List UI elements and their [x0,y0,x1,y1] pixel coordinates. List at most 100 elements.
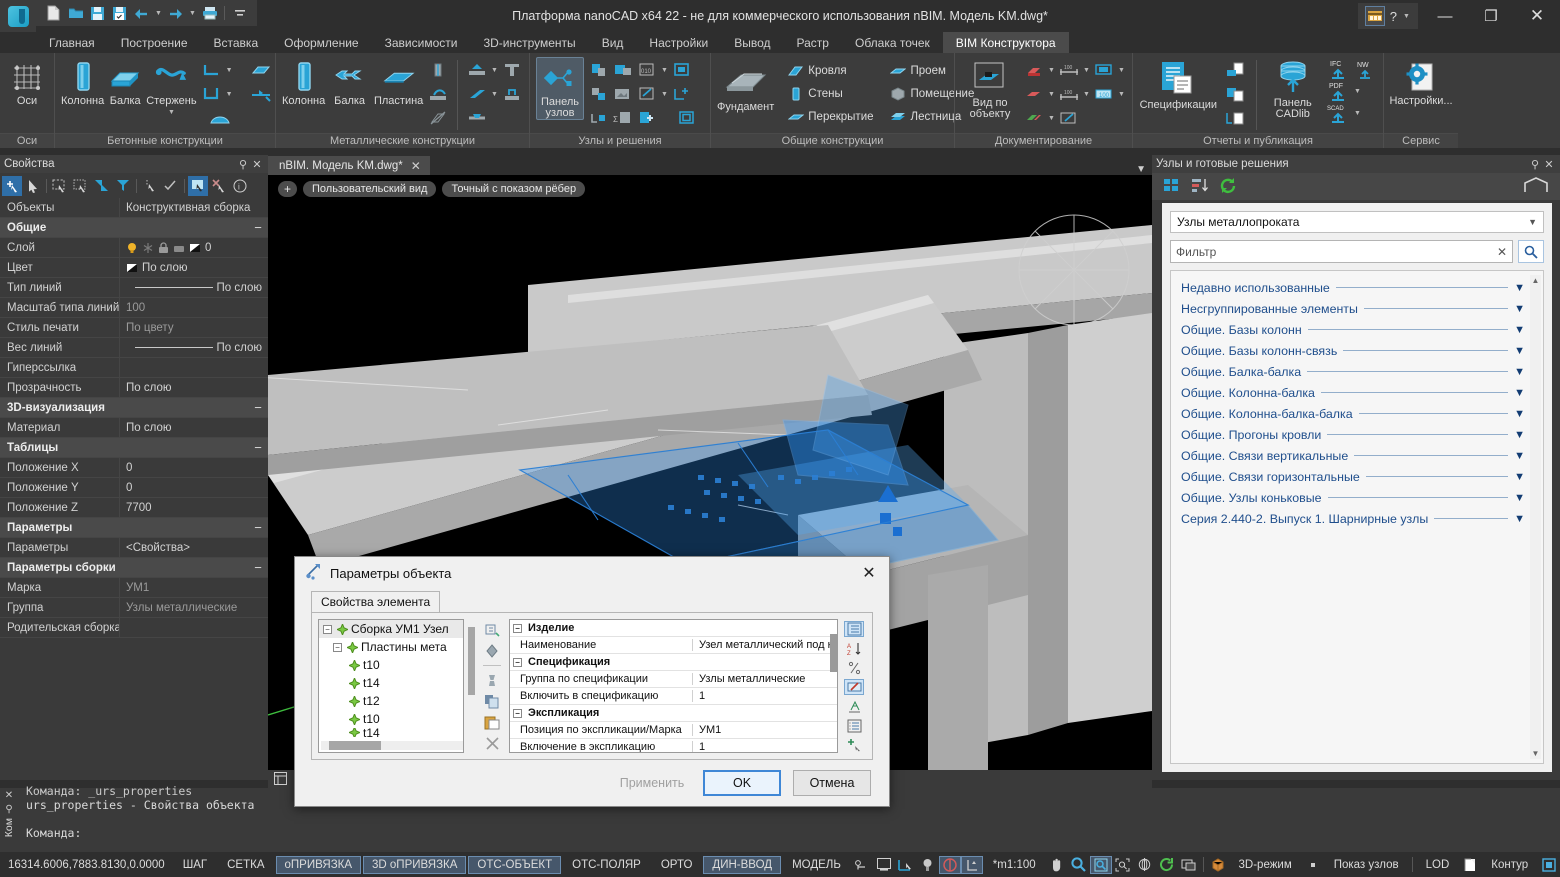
property-category[interactable]: Параметры сборки − [0,558,268,578]
export-list-icon[interactable] [1224,107,1246,129]
viewport-view-name[interactable]: Пользовательский вид [303,181,436,197]
button-steel-plate[interactable]: Пластина [374,57,423,107]
rebar-hook-icon[interactable] [209,107,231,129]
property-row-linetype[interactable]: Тип линий По слою [0,278,268,298]
list-item[interactable]: Серия 2.440-2. Выпуск 1. Шарнирные узлы … [1171,508,1543,529]
button-concrete-column[interactable]: Колонна [61,57,104,107]
extract-icon[interactable] [482,671,503,689]
chevron-down-icon[interactable]: ▼ [167,109,176,116]
pin-icon[interactable]: ⚲ [1528,158,1542,171]
pointer-icon[interactable] [23,176,43,196]
status-node-display[interactable]: Показ узлов [1325,856,1408,874]
command-prompt[interactable]: Команда: [26,826,1560,840]
export-item-icon[interactable] [1224,59,1246,81]
node-copy-icon[interactable] [588,59,610,81]
minimize-button[interactable]: — [1422,0,1468,32]
viewport-visual-style[interactable]: Точный с показом рёбер [442,181,585,197]
chevron-down-icon[interactable]: ▼ [1528,217,1537,227]
new-file-icon[interactable] [44,4,63,23]
nodes-list-scrollbar[interactable]: ▲ [1530,275,1541,759]
tab-3d-instrumenty[interactable]: 3D-инструменты [470,32,588,53]
tree-node[interactable]: − Пластины мета [319,638,463,656]
node-add-icon[interactable] [636,107,658,129]
save-as-icon[interactable] [110,4,129,23]
apply-button[interactable]: Применить [613,770,691,796]
section-3d-icon[interactable] [1023,107,1045,129]
button-steel-column[interactable]: Колонна [282,57,325,107]
status-3d-mode[interactable]: 3D-режим [1230,856,1301,874]
expr-icon[interactable] [844,660,864,675]
grid-value[interactable]: Узлы металлические [692,673,837,685]
grid-row[interactable]: Включить в спецификацию 1 [510,688,837,705]
grid-value[interactable]: 1 [692,690,837,702]
chevron-down-icon[interactable]: ▼ [490,67,499,74]
collapse-icon[interactable]: − [248,400,268,415]
chevron-down-icon[interactable]: ▼ [1514,366,1525,378]
collapse-icon[interactable]: − [248,560,268,575]
chevron-down-icon[interactable]: ▼ [225,91,234,98]
tee-join-icon[interactable] [501,59,523,81]
zoom-window-icon[interactable] [1090,856,1112,874]
status-toggle-3dosnap[interactable]: 3D оПРИВЯЗКА [363,856,466,874]
window-select-icon[interactable] [50,176,70,196]
copy-icon[interactable] [482,692,503,710]
redo-icon[interactable] [166,4,185,23]
chevron-down-icon[interactable]: ▼ [1047,67,1056,74]
status-toggle-grid[interactable]: СЕТКА [218,856,273,874]
sort-az-icon[interactable]: AZ [844,641,864,656]
search-button[interactable] [1518,240,1544,263]
cancel-button[interactable]: Отмена [793,770,871,796]
collapse-icon[interactable]: − [248,220,268,235]
undo-dropdown-icon[interactable]: ▼ [154,10,163,17]
profile-cut-icon[interactable] [427,59,449,81]
close-button[interactable]: ✕ [1514,0,1560,32]
chevron-down-icon[interactable]: ▼ [1353,88,1362,95]
tree-node[interactable]: t10 [319,710,463,728]
list-item[interactable]: Общие. Балка-балка ▼ [1171,361,1543,382]
chevron-down-icon[interactable]: ▼ [1514,471,1525,483]
fullscreen-icon[interactable] [1538,856,1560,874]
collapse-icon[interactable]: − [248,440,268,455]
app-menu-button[interactable] [0,0,36,32]
light-icon[interactable] [917,856,939,874]
sort-icon[interactable] [1191,177,1209,196]
paste-icon[interactable] [482,714,503,732]
property-row[interactable]: Положение X 0 [0,458,268,478]
chevron-down-icon[interactable]: ▼ [1514,492,1525,504]
grid-value[interactable]: Узел металлический под кровлей [692,639,837,651]
property-row[interactable]: Положение Z 7700 [0,498,268,518]
frame-add-icon[interactable] [671,83,693,105]
annotation-scale[interactable]: *m1:100 [984,856,1045,874]
property-row[interactable]: Масштаб типа линий 100 [0,298,268,318]
tab-rastr[interactable]: Растр [784,32,842,53]
property-row-lineweight[interactable]: Вес линий По слою [0,338,268,358]
node-edit-icon[interactable] [636,83,658,105]
property-row[interactable]: Стиль печати По цвету [0,318,268,338]
quick-select-icon[interactable] [92,176,112,196]
add-prop-icon[interactable] [844,738,864,753]
tab-vyvod[interactable]: Вывод [721,32,783,53]
grid-row[interactable]: Наименование Узел металлический под кров… [510,637,837,654]
viewport-icon[interactable] [1093,59,1115,81]
pan-icon[interactable] [1046,856,1068,874]
elevation-icon[interactable] [961,856,983,874]
viewport-add-button[interactable]: + [278,181,297,197]
zoom-icon[interactable] [1068,856,1090,874]
export-block-icon[interactable] [1224,83,1246,105]
status-toggle-osnap[interactable]: оПРИВЯЗКА [276,856,362,874]
list-item[interactable]: Общие. Связи горизонтальные ▼ [1171,466,1543,487]
categorize-icon[interactable] [844,621,864,637]
clear-select-icon[interactable] [209,176,229,196]
weld-mid-icon[interactable] [466,83,488,105]
chevron-down-icon[interactable]: ▼ [1082,91,1091,98]
chevron-down-icon[interactable]: ▼ [1514,513,1525,525]
button-osi[interactable]: Оси [6,57,48,107]
status-lod[interactable]: LOD [1417,856,1459,874]
list-item[interactable]: Общие. Узлы коньковые ▼ [1171,487,1543,508]
property-row[interactable]: Положение Y 0 [0,478,268,498]
cross-select-icon[interactable] [71,176,91,196]
status-toggle-step[interactable]: ШАГ [174,856,216,874]
button-settings[interactable]: Настройки... [1389,57,1452,107]
pin-icon[interactable]: ⚲ [236,158,250,171]
list-icon[interactable] [844,719,864,734]
